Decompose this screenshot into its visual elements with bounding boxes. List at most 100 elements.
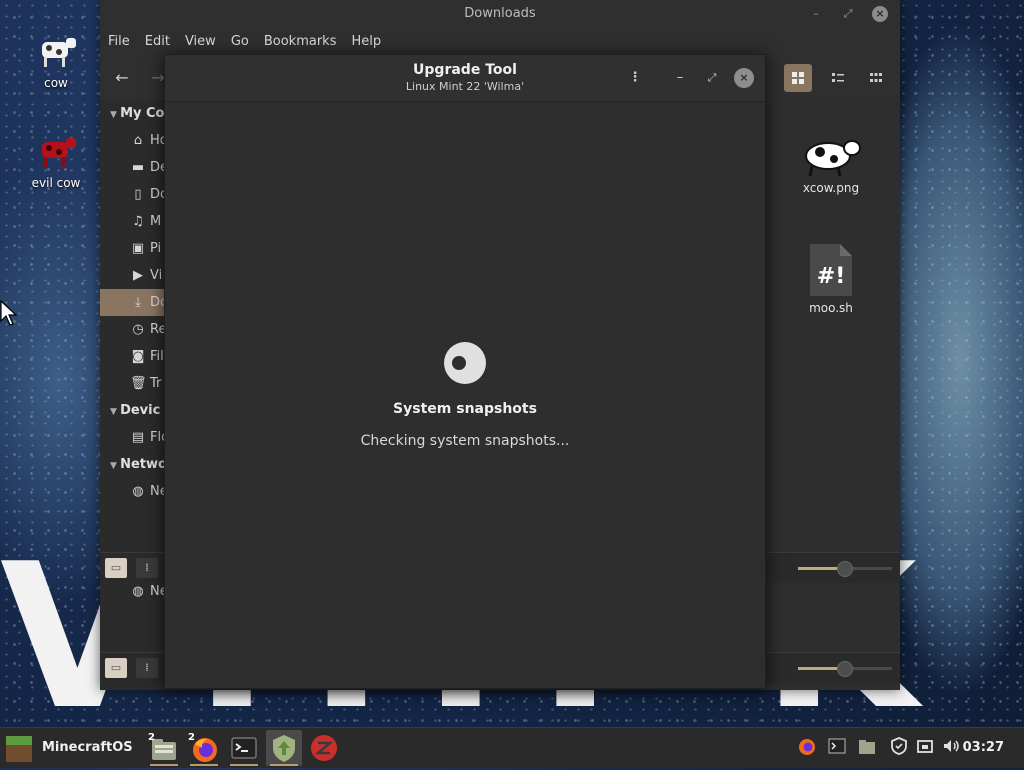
sidebar-item-label: Tr: [150, 376, 162, 391]
document-icon: ▯: [134, 187, 142, 202]
sidebar-item-network[interactable]: ◍ Ne: [100, 478, 164, 505]
file-item-xcow[interactable]: xcow.png: [776, 132, 886, 195]
filesystem-icon: ◙: [131, 349, 145, 364]
sidebar-item-recent[interactable]: ◷ Re: [100, 316, 164, 343]
sidebar-item-label: Fil: [150, 349, 164, 364]
sidebar-item-trash[interactable]: 🗑 Tr: [100, 370, 164, 397]
terminal-tray-icon[interactable]: [826, 736, 848, 758]
network-wired-icon[interactable]: [914, 736, 936, 758]
places-toggle-button[interactable]: ▭: [105, 658, 127, 678]
cow-icon: [42, 38, 76, 67]
sidebar-item-music[interactable]: ♫ M: [100, 208, 164, 235]
tree-toggle-button[interactable]: ⁞: [136, 558, 158, 578]
menu-file[interactable]: File: [100, 28, 137, 49]
desktop-icon-cow[interactable]: cow: [16, 28, 96, 90]
sidebar-item-pictures[interactable]: ▣ Pi: [100, 235, 164, 262]
close-button[interactable]: ×: [872, 6, 888, 22]
sidebar-item-label: Ne: [150, 584, 164, 599]
files-titlebar[interactable]: Downloads – ⤢ ×: [100, 0, 900, 28]
sidebar-item-documents[interactable]: ▯ Do: [100, 181, 164, 208]
compact-grid-icon: [870, 73, 882, 82]
file-item-moo[interactable]: #! moo.sh: [776, 242, 886, 315]
minimize-button[interactable]: –: [670, 68, 690, 88]
files-tray-icon[interactable]: [856, 736, 878, 758]
taskbar: MinecraftOS 2 2 03:27: [0, 727, 1024, 768]
close-button[interactable]: ×: [734, 68, 754, 88]
sidebar-item-downloads[interactable]: ⤓ Do: [100, 289, 164, 316]
network-icon: ◍: [132, 484, 144, 499]
task-badge: 2: [148, 732, 155, 743]
home-icon: ⌂: [133, 133, 143, 148]
file-view: xcow.png #! moo.sh: [764, 100, 900, 690]
task-terminal[interactable]: [226, 730, 262, 766]
compact-view-button[interactable]: [862, 64, 890, 92]
firefox-tray-icon[interactable]: [796, 736, 818, 758]
places-toggle-button[interactable]: ▭: [105, 558, 127, 578]
zoom-slider[interactable]: [798, 561, 892, 577]
desktop-icon: ▬: [131, 160, 145, 175]
sidebar: ▼ My Co ⌂Ho ▬De ▯Do ♫M ▣Pi ▶Vi ⤓Do ◷Re ◙…: [100, 100, 164, 690]
zoom-slider[interactable]: [798, 661, 892, 677]
sidebar-section-devices[interactable]: ▼ Devic: [100, 397, 164, 424]
task-upgrade-tool[interactable]: [266, 730, 302, 766]
desktop-icon-label: evil cow: [31, 176, 81, 190]
evil-cow-icon: [42, 138, 76, 167]
sidebar-item-videos[interactable]: ▶ Vi: [100, 262, 164, 289]
snapshots-status: Checking system snapshots...: [360, 433, 570, 449]
sidebar-section-network[interactable]: ▼ Netwo: [100, 451, 164, 478]
minecraft-grass-icon: [6, 736, 32, 762]
menu-help[interactable]: Help: [343, 28, 388, 49]
sidebar-item-label: Re: [150, 322, 164, 337]
icon-view-button[interactable]: [784, 64, 812, 92]
sidebar-item-home[interactable]: ⌂ Ho: [100, 127, 164, 154]
sidebar-item-floppy[interactable]: ▤ Flo: [100, 424, 164, 451]
desktop-icon-evil-cow[interactable]: evil cow: [16, 128, 96, 190]
list-icon: [832, 73, 844, 82]
cow-image-icon: [805, 140, 861, 177]
grid-icon: [792, 72, 804, 84]
sidebar-section-label: My Co: [120, 106, 164, 121]
clock[interactable]: 03:27: [963, 740, 1004, 755]
sidebar-section-my-computer[interactable]: ▼ My Co: [100, 100, 164, 127]
more-options-icon[interactable]: ⋮: [625, 68, 645, 88]
spinner-icon: [444, 342, 486, 384]
task-mintupdate[interactable]: [306, 730, 342, 766]
menu-view[interactable]: View: [177, 28, 223, 49]
music-icon: ♫: [132, 214, 144, 229]
task-badge: 2: [188, 732, 195, 743]
update-manager-icon: [311, 735, 337, 761]
menu-go[interactable]: Go: [223, 28, 256, 49]
sidebar-item-label: M: [150, 214, 162, 229]
sidebar-item-label: Ho: [150, 133, 164, 148]
start-menu-label: MinecraftOS: [42, 740, 133, 755]
task-firefox[interactable]: 2: [186, 730, 222, 766]
list-view-button[interactable]: [824, 64, 852, 92]
mouse-pointer-icon: [0, 300, 18, 326]
sidebar-section-label: Devic: [120, 403, 161, 418]
shield-icon[interactable]: [888, 736, 910, 758]
terminal-icon: [231, 737, 257, 759]
recent-icon: ◷: [132, 322, 144, 337]
menu-bookmarks[interactable]: Bookmarks: [256, 28, 344, 49]
mintupgrade-shield-icon: [273, 735, 295, 762]
upgrade-tool-dialog: Upgrade Tool Linux Mint 22 'Wilma' ⋮ – ⤢…: [164, 54, 766, 689]
sidebar-item-label: Flo: [150, 430, 164, 445]
sidebar-item-desktop[interactable]: ▬ De: [100, 154, 164, 181]
volume-icon[interactable]: [940, 736, 962, 758]
maximize-button[interactable]: ⤢: [840, 6, 856, 22]
sidebar-item-label: Pi: [150, 241, 162, 256]
script-glyph: #!: [816, 264, 846, 289]
maximize-button[interactable]: ⤢: [702, 68, 722, 88]
menu-edit[interactable]: Edit: [137, 28, 177, 49]
back-button[interactable]: ←: [108, 64, 136, 92]
minimize-button[interactable]: –: [808, 6, 824, 22]
sidebar-section-label: Netwo: [120, 457, 164, 472]
sidebar-item-label: Vi: [150, 268, 163, 283]
tree-toggle-button[interactable]: ⁞: [136, 658, 158, 678]
dialog-headerbar[interactable]: Upgrade Tool Linux Mint 22 'Wilma' ⋮ – ⤢…: [165, 55, 765, 102]
sidebar-item-filesystem[interactable]: ◙ Fil: [100, 343, 164, 370]
desktop-icon-label: cow: [44, 76, 68, 90]
sidebar-item-label: Do: [150, 187, 164, 202]
task-files[interactable]: 2: [146, 730, 182, 766]
pictures-icon: ▣: [131, 241, 145, 256]
